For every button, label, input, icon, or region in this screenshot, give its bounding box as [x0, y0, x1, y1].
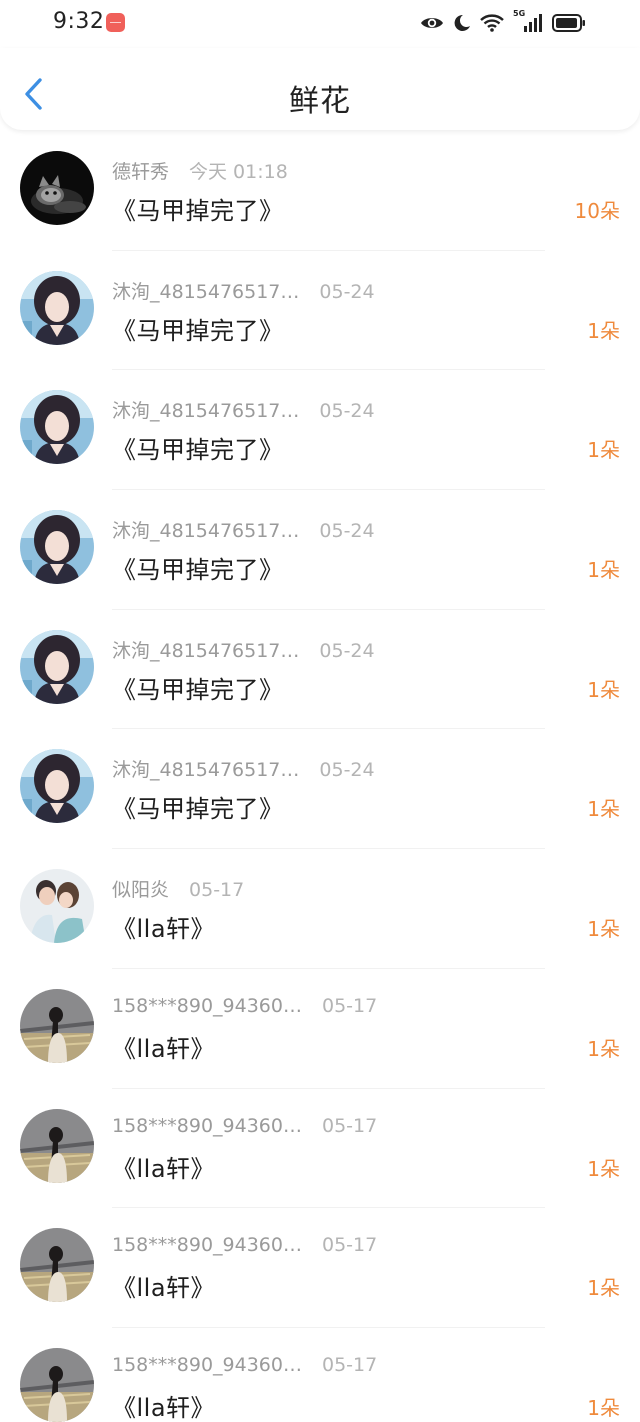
wifi-icon — [480, 14, 504, 32]
book-title: 《马甲掉完了》 — [112, 675, 284, 704]
status-bar: 9:32 5G — [0, 0, 640, 48]
moon-icon — [454, 14, 470, 31]
flower-count: 1朵 — [587, 318, 620, 343]
signal-icon: 5G — [513, 9, 543, 33]
list-item[interactable]: 德轩秀 今天 01:18 《马甲掉完了》 10朵 — [0, 131, 640, 251]
flower-count: 1朵 — [587, 797, 620, 822]
list-item[interactable]: 沐洵_4815476517… 05-24 《马甲掉完了》 1朵 — [0, 370, 640, 491]
list-item[interactable]: 似阳炎 05-17 《lla轩》 1朵 — [0, 849, 640, 969]
item-meta: 似阳炎 05-17 — [112, 875, 244, 901]
flower-count: 1朵 — [587, 1395, 620, 1420]
user-name[interactable]: 158***890_94360… — [112, 1234, 302, 1256]
list-item[interactable]: 158***890_94360… 05-17 《lla轩》 1朵 — [0, 969, 640, 1089]
item-meta: 158***890_94360… 05-17 — [112, 995, 377, 1021]
flower-list: 德轩秀 今天 01:18 《马甲掉完了》 10朵 沐洵_4815476517… 05-2… — [0, 131, 640, 1422]
item-meta: 158***890_94360… 05-17 — [112, 1354, 377, 1380]
flower-count: 1朵 — [587, 677, 620, 702]
avatar[interactable] — [20, 151, 94, 225]
user-name[interactable]: 158***890_94360… — [112, 995, 302, 1017]
avatar[interactable] — [20, 390, 94, 465]
list-item[interactable]: 158***890_94360… 05-17 《lla轩》 1朵 — [0, 1208, 640, 1328]
flower-count: 1朵 — [587, 1156, 620, 1181]
book-title: 《lla轩》 — [112, 1393, 216, 1422]
user-name[interactable]: 沐洵_4815476517… — [112, 636, 299, 663]
list-item[interactable]: 沐洵_4815476517… 05-24 《马甲掉完了》 1朵 — [0, 729, 640, 850]
avatar[interactable] — [20, 869, 94, 944]
page-title: 鲜花 — [289, 84, 351, 119]
item-meta: 158***890_94360… 05-17 — [112, 1115, 377, 1141]
user-name[interactable]: 沐洵_4815476517… — [112, 277, 299, 304]
send-time: 05-24 — [319, 400, 375, 423]
list-item[interactable]: 沐洵_4815476517… 05-24 《马甲掉完了》 1朵 — [0, 610, 640, 730]
user-name[interactable]: 德轩秀 — [112, 157, 169, 184]
user-name[interactable]: 沐洵_4815476517… — [112, 396, 299, 423]
send-time: 05-24 — [319, 759, 375, 782]
item-meta: 沐洵_4815476517… 05-24 — [112, 755, 375, 781]
list-item[interactable]: 沐洵_4815476517… 05-24 《马甲掉完了》 1朵 — [0, 490, 640, 610]
send-time: 05-24 — [319, 280, 375, 303]
user-name[interactable]: 158***890_94360… — [112, 1354, 302, 1376]
send-time: 05-17 — [189, 879, 245, 902]
list-item[interactable]: 沐洵_4815476517… 05-24 《马甲掉完了》 1朵 — [0, 251, 640, 371]
book-title: 《lla轩》 — [112, 1274, 216, 1303]
avatar[interactable] — [20, 749, 94, 824]
item-meta: 沐洵_4815476517… 05-24 — [112, 396, 375, 422]
header: 鲜花 — [0, 48, 640, 130]
status-time: 9:32 — [53, 9, 105, 34]
book-title: 《马甲掉完了》 — [112, 436, 284, 465]
book-title: 《马甲掉完了》 — [112, 197, 284, 225]
flower-count: 10朵 — [574, 199, 620, 223]
user-name[interactable]: 似阳炎 — [112, 875, 169, 902]
avatar[interactable] — [20, 1228, 94, 1303]
send-time: 05-17 — [321, 994, 378, 1017]
send-time: 05-17 — [321, 1353, 378, 1376]
send-time: 05-17 — [321, 1114, 378, 1137]
avatar[interactable] — [20, 510, 94, 585]
status-icons: 5G — [420, 9, 586, 35]
flower-count: 1朵 — [587, 917, 620, 942]
book-title: 《马甲掉完了》 — [112, 316, 284, 345]
item-meta: 158***890_94360… 05-17 — [112, 1234, 377, 1260]
book-title: 《lla轩》 — [112, 1154, 216, 1183]
send-time: 05-24 — [319, 639, 375, 662]
book-title: 《lla轩》 — [112, 1034, 216, 1063]
send-time: 今天 01:18 — [189, 161, 288, 183]
send-time: 05-24 — [319, 520, 375, 543]
avatar[interactable] — [20, 1347, 94, 1422]
book-title: 《马甲掉完了》 — [112, 556, 284, 585]
book-title: 《lla轩》 — [112, 915, 216, 944]
user-name[interactable]: 沐洵_4815476517… — [112, 516, 299, 543]
item-meta: 德轩秀 今天 01:18 — [112, 157, 288, 183]
avatar[interactable] — [20, 988, 94, 1063]
avatar[interactable] — [20, 629, 94, 704]
battery-icon — [552, 14, 585, 32]
flower-count: 1朵 — [587, 1276, 620, 1301]
avatar[interactable] — [20, 270, 94, 345]
item-meta: 沐洵_4815476517… 05-24 — [112, 516, 375, 542]
eye-icon — [421, 18, 443, 28]
flower-count: 1朵 — [587, 438, 620, 463]
avatar[interactable] — [20, 1108, 94, 1183]
user-name[interactable]: 沐洵_4815476517… — [112, 755, 299, 782]
item-meta: 沐洵_4815476517… 05-24 — [112, 277, 375, 303]
app-notification-icon — [106, 13, 125, 32]
book-title: 《马甲掉完了》 — [112, 795, 284, 824]
flower-count: 1朵 — [587, 558, 620, 583]
flower-count: 1朵 — [587, 1036, 620, 1061]
user-name[interactable]: 158***890_94360… — [112, 1115, 302, 1137]
list-item[interactable]: 158***890_94360… 05-17 《lla轩》 1朵 — [0, 1089, 640, 1209]
item-meta: 沐洵_4815476517… 05-24 — [112, 636, 375, 662]
send-time: 05-17 — [321, 1234, 378, 1257]
list-item[interactable]: 158***890_94360… 05-17 《lla轩》 1朵 — [0, 1328, 640, 1422]
